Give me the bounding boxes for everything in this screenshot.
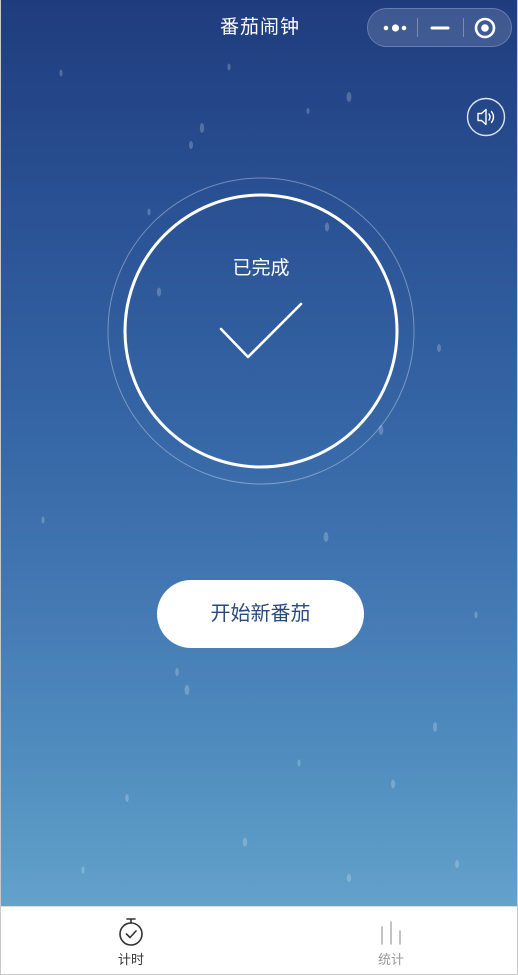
mini-program-capsule <box>367 8 512 47</box>
rain-drop <box>41 516 45 524</box>
sound-toggle-button[interactable] <box>466 97 506 137</box>
timer-dial <box>107 177 415 485</box>
rain-drop <box>189 141 193 149</box>
close-button[interactable] <box>464 9 511 46</box>
progress-ring <box>123 193 399 469</box>
rain-drop <box>297 759 301 767</box>
target-close-icon <box>474 17 496 39</box>
rain-drop <box>346 92 352 102</box>
rain-drop <box>433 722 437 732</box>
rain-drop <box>437 344 441 352</box>
rain-drop <box>227 63 231 71</box>
speaker-icon <box>466 97 506 137</box>
rain-drop <box>81 866 85 874</box>
minimize-icon <box>430 26 450 30</box>
rain-drop <box>474 611 478 619</box>
minimize-button[interactable] <box>418 9 463 46</box>
more-dots-icon <box>383 24 407 32</box>
rain-drop <box>175 668 179 676</box>
rain-drop <box>125 794 129 802</box>
rain-drop <box>199 123 205 133</box>
app-screen: 番茄闹钟 已完成 开始新番茄 计时 统计 <box>0 0 518 975</box>
rain-drop <box>391 779 395 789</box>
stopwatch-icon <box>119 918 143 946</box>
tab-statistics[interactable]: 统计 <box>331 907 451 974</box>
checkmark-icon <box>219 302 303 359</box>
rain-drop <box>59 69 63 77</box>
more-button[interactable] <box>368 9 417 46</box>
rain-drop <box>346 874 352 882</box>
rain-drop <box>455 860 459 868</box>
outer-ring <box>107 177 415 485</box>
rain-drop <box>242 837 248 847</box>
timer-status-label: 已完成 <box>232 258 290 279</box>
bottom-tab-bar: 计时 统计 <box>1 906 517 974</box>
start-new-pomodoro-button[interactable]: 开始新番茄 <box>157 580 364 648</box>
bar-chart-icon <box>381 921 401 945</box>
rain-drop <box>323 532 329 542</box>
tab-statistics-label: 统计 <box>377 952 404 967</box>
tab-timer[interactable]: 计时 <box>71 907 191 974</box>
rain-drop <box>184 685 190 695</box>
tab-timer-label: 计时 <box>117 952 144 967</box>
rain-drop <box>306 108 310 114</box>
